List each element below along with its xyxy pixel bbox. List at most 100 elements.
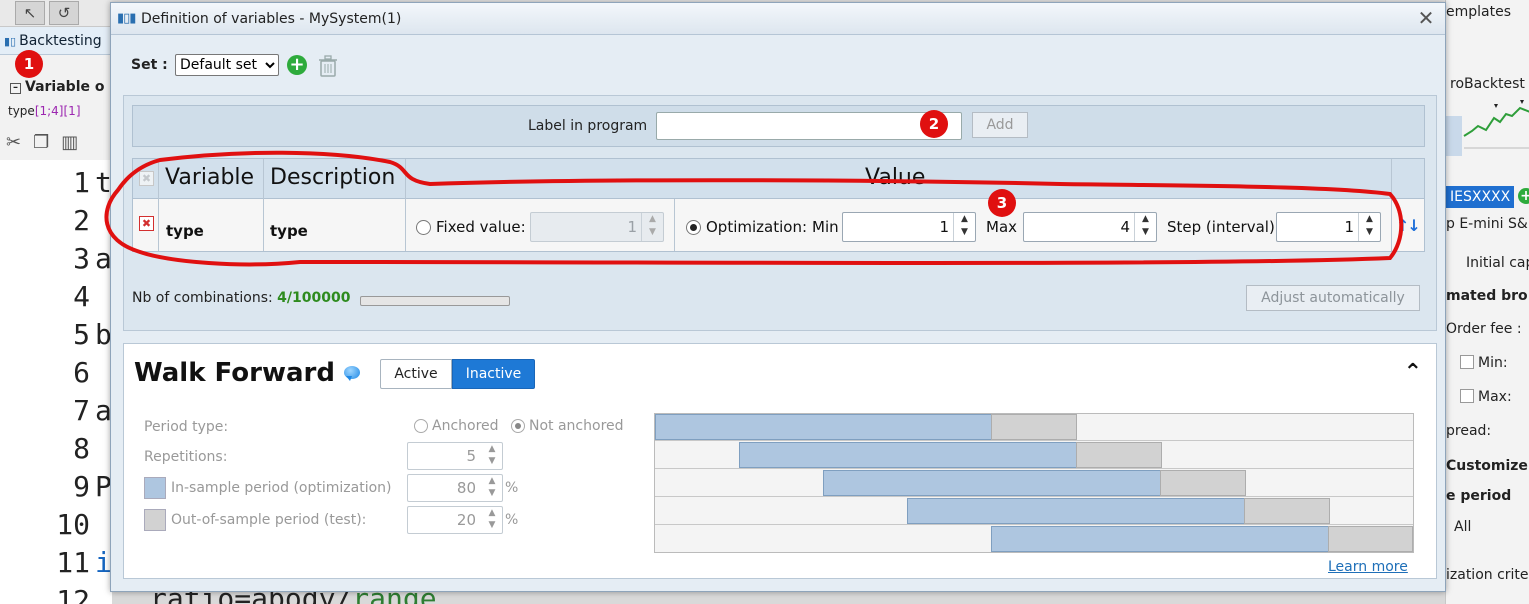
header-variable: Variable <box>165 165 255 190</box>
fixed-value-input[interactable]: 1 ▲ ▼ <box>530 212 664 242</box>
cell-description: type <box>270 222 308 240</box>
rotate-tool-button[interactable]: ↺ <box>49 1 79 25</box>
period-type-label: Period type: <box>144 419 229 435</box>
app-icon: ▮▯▮ <box>117 11 136 26</box>
copy-icon[interactable]: ❐ <box>33 132 61 153</box>
percent-sign: % <box>505 480 519 496</box>
code-line-number: 12 <box>56 584 90 604</box>
walk-forward-title: Walk Forward <box>134 358 335 388</box>
repetitions-input[interactable]: 5 ▲ ▼ <box>407 442 503 470</box>
column-divider <box>263 159 264 251</box>
variables-panel: Label in program Add ✖ Variable Descript… <box>123 95 1437 331</box>
period-label: e period <box>1446 488 1512 504</box>
anchored-radio[interactable] <box>414 419 428 433</box>
column-divider <box>405 159 406 251</box>
not-anchored-label: Not anchored <box>529 418 624 434</box>
label-in-program-input[interactable] <box>656 112 962 140</box>
candlestick-icon: ▮▯ <box>4 35 17 48</box>
optimization-radio[interactable] <box>686 220 701 235</box>
set-select[interactable]: Default set <box>175 54 279 76</box>
trash-icon[interactable] <box>317 54 339 78</box>
backtesting-tab-label: Backtesting <box>19 33 102 49</box>
order-fee-label: Order fee : <box>1446 321 1522 337</box>
spinner-arrows-icon: ▲ ▼ <box>1134 213 1156 241</box>
add-instrument-icon[interactable]: + <box>1518 188 1529 204</box>
spinner-arrows-icon: ▲ ▼ <box>641 213 663 241</box>
collapse-chevron-icon[interactable]: ⌃ <box>1404 360 1422 385</box>
max-fee-checkbox[interactable]: Max: <box>1460 389 1512 405</box>
active-toggle[interactable]: Active <box>380 359 452 389</box>
min-label: Min <box>812 218 839 236</box>
spinner-arrows-icon: ▲ ▼ <box>488 508 496 530</box>
cell-variable: type <box>166 222 204 240</box>
out-sample-input[interactable]: 20 ▲ ▼ <box>407 506 503 534</box>
close-icon[interactable]: ✕ <box>1415 7 1437 29</box>
in-sample-label: In-sample period (optimization) <box>171 480 392 496</box>
variables-table: ✖ Variable Description Value ✖ type type… <box>132 158 1425 252</box>
dialog-titlebar[interactable]: ▮▯▮ Definition of variables - MySystem(1… <box>111 3 1445 35</box>
not-anchored-radio[interactable] <box>511 419 525 433</box>
customize-label: Customize <box>1446 458 1528 474</box>
optimization-criteria-label: ization criter <box>1446 567 1529 583</box>
out-sample-label: Out-of-sample period (test): <box>171 512 367 528</box>
sort-arrows-icon[interactable]: ↑↓ <box>1396 216 1421 235</box>
wf-period-row <box>655 498 1413 525</box>
code-line-number: 7 <box>73 394 90 427</box>
add-button[interactable]: Add <box>972 112 1028 138</box>
anchored-label: Anchored <box>432 418 499 434</box>
label-bar: Label in program Add <box>132 105 1425 147</box>
period-all-option[interactable]: All <box>1454 519 1471 535</box>
max-label: Max <box>986 218 1018 236</box>
fixed-value-radio[interactable] <box>416 220 431 235</box>
right-panel: emplates roBacktest IESXXXX + p E-mini S… <box>1445 0 1529 604</box>
in-sample-input[interactable]: 80 ▲ ▼ <box>407 474 503 502</box>
variables-list-item[interactable]: type[1;4][1] <box>8 104 81 118</box>
initial-capital-label: Initial cap <box>1466 255 1529 271</box>
backtesting-tab[interactable]: ▮▯ Backtesting <box>0 27 112 55</box>
adjust-automatically-button[interactable]: Adjust automatically <box>1246 285 1420 311</box>
cut-icon[interactable]: ✂ <box>6 132 33 153</box>
set-label: Set : <box>131 57 168 73</box>
combinations-progress-bar <box>360 296 510 306</box>
min-fee-checkbox[interactable]: Min: <box>1460 355 1508 371</box>
header-description: Description <box>270 165 396 190</box>
code-line-number: 2 <box>73 204 90 237</box>
column-divider <box>1391 159 1392 251</box>
templates-menu[interactable]: emplates <box>1446 4 1511 20</box>
spinner-arrows-icon: ▲ ▼ <box>488 476 496 498</box>
step-label: Step (interval) <box>1167 218 1275 236</box>
code-editor[interactable]: 1 t 2 3 a 4 5 b 6 7 a 8 9 P 10 11 i 12 <box>0 160 112 604</box>
paste-icon[interactable]: ▥ <box>61 132 90 153</box>
repetitions-label: Repetitions: <box>144 449 228 465</box>
code-line-number: 5 <box>73 318 90 351</box>
max-input[interactable]: 4 ▲ ▼ <box>1023 212 1157 242</box>
code-line-number: 9 <box>73 470 90 503</box>
header-value: Value <box>865 165 926 190</box>
code-line-number: 3 <box>73 242 90 275</box>
learn-more-link[interactable]: Learn more <box>1328 559 1408 575</box>
code-line-number: 8 <box>73 432 90 465</box>
variables-section-header[interactable]: – Variable o <box>10 79 104 95</box>
min-input[interactable]: 1 ▲ ▼ <box>842 212 976 242</box>
code-line-number: 11 <box>56 546 90 579</box>
delete-row-icon[interactable]: ✖ <box>139 216 154 231</box>
code-line-number: 4 <box>73 280 90 313</box>
wf-period-row <box>655 470 1413 497</box>
chat-bubble-icon[interactable] <box>344 366 360 381</box>
instrument-selector[interactable]: IESXXXX <box>1446 186 1515 208</box>
code-line-number: 6 <box>73 356 90 389</box>
step-input[interactable]: 1 ▲ ▼ <box>1276 212 1381 242</box>
spinner-arrows-icon: ▲ ▼ <box>1358 213 1380 241</box>
collapse-icon[interactable]: – <box>10 83 21 94</box>
combinations-text: Nb of combinations: 4/100000 <box>132 290 351 306</box>
in-sample-swatch <box>144 477 166 499</box>
fixed-value-label: Fixed value: <box>436 218 526 236</box>
probacktest-label: roBacktest <box>1450 76 1525 92</box>
variables-dialog: ▮▯▮ Definition of variables - MySystem(1… <box>110 2 1446 592</box>
spinner-arrows-icon: ▲ ▼ <box>953 213 975 241</box>
code-line-number: 10 <box>56 508 90 541</box>
broker-section-label: mated bro <box>1446 288 1528 304</box>
pointer-tool-button[interactable]: ↖ <box>15 1 45 25</box>
add-set-icon[interactable]: + <box>287 55 307 75</box>
inactive-toggle[interactable]: Inactive <box>452 359 535 389</box>
